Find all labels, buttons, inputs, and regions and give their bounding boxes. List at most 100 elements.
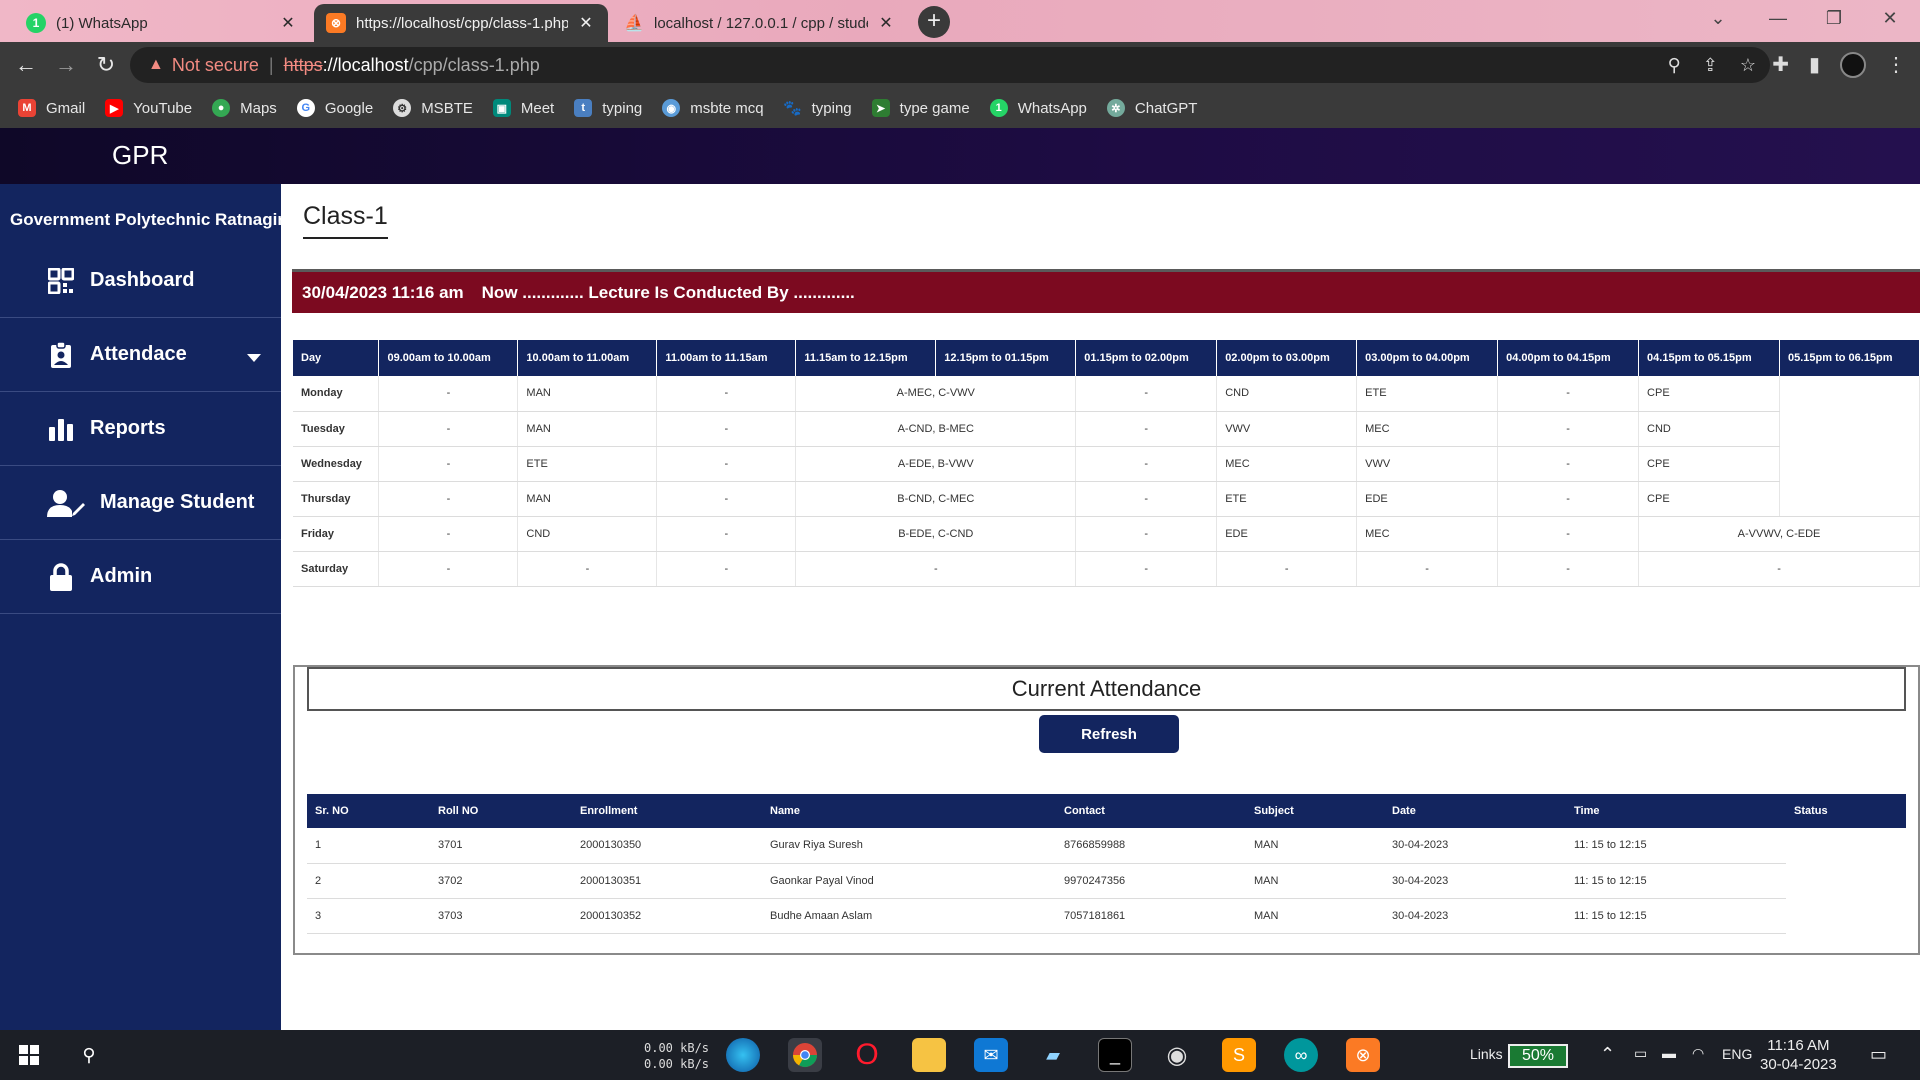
- column-header: 11.00am to 11.15am: [656, 340, 797, 376]
- close-icon[interactable]: ✕: [576, 13, 596, 33]
- slot-cell: -: [1497, 551, 1640, 587]
- not-secure-label[interactable]: Not secure: [172, 55, 259, 76]
- system-clock[interactable]: 11:16 AM 30-04-2023: [1760, 1036, 1837, 1074]
- bookmark-typing[interactable]: t typing: [574, 99, 642, 117]
- windows-start-icon[interactable]: [12, 1038, 46, 1072]
- brand-logo[interactable]: GPR: [112, 140, 168, 171]
- slot-cell: VWV: [1216, 411, 1358, 447]
- wifi-icon[interactable]: ◠: [1692, 1045, 1704, 1062]
- sidebar-item-label: Reports: [90, 417, 166, 439]
- tray-device-icon[interactable]: ▭: [1634, 1045, 1647, 1062]
- timetable: Day 09.00am to 10.00am 10.00am to 11.00a…: [293, 340, 1920, 587]
- bookmark-meet[interactable]: ▣ Meet: [492, 99, 554, 117]
- reload-icon[interactable]: ↻: [92, 52, 120, 80]
- sidebar-item-reports[interactable]: Reports: [0, 392, 281, 466]
- main-content: Class-1 30/04/2023 11:16 am Now ........…: [281, 184, 1920, 1030]
- bookmark-star-icon[interactable]: ☆: [1740, 55, 1756, 76]
- sidebar-item-admin[interactable]: Admin: [0, 540, 281, 614]
- slot-cell: MEC: [1356, 516, 1499, 552]
- date-cell: 30-04-2023: [1384, 898, 1566, 934]
- slot-cell: ETE: [1216, 481, 1358, 517]
- contact-cell: 7057181861: [1056, 898, 1246, 934]
- mail-icon[interactable]: ✉: [974, 1038, 1008, 1072]
- slot-cell: -: [1497, 376, 1640, 412]
- edge-icon[interactable]: [726, 1038, 760, 1072]
- table-row: 2 3702 2000130351 Gaonkar Payal Vinod 99…: [307, 863, 1906, 899]
- slot-cell: B-CND, C-MEC: [795, 481, 1077, 517]
- sublime-icon[interactable]: S: [1222, 1038, 1256, 1072]
- close-icon[interactable]: ✕: [876, 13, 896, 33]
- tab-phpmyadmin[interactable]: ⛵ localhost / 127.0.0.1 / cpp / stude ✕: [612, 4, 908, 42]
- minimize-icon[interactable]: —: [1758, 8, 1798, 29]
- bookmark-type-game[interactable]: ➤ type game: [871, 99, 970, 117]
- slot-cell: CND: [517, 516, 658, 552]
- chrome-icon[interactable]: [788, 1038, 822, 1072]
- language-indicator[interactable]: ENG: [1722, 1046, 1752, 1062]
- google-icon: G: [296, 99, 315, 117]
- chevron-up-icon[interactable]: ⌃: [1600, 1044, 1615, 1065]
- bar-chart-icon: [46, 414, 76, 444]
- bookmark-msbte[interactable]: ⚙ MSBTE: [393, 99, 473, 117]
- bookmark-google[interactable]: G Google: [296, 99, 373, 117]
- url-scheme: https: [283, 54, 323, 75]
- forward-icon[interactable]: →: [52, 52, 80, 80]
- slot-cell: -: [1356, 551, 1499, 587]
- day-cell: Monday: [293, 376, 380, 412]
- zoom-icon[interactable]: ⚲: [1668, 55, 1681, 76]
- file-explorer-icon[interactable]: [912, 1038, 946, 1072]
- refresh-button[interactable]: Refresh: [1039, 715, 1179, 753]
- search-icon[interactable]: ⚲: [72, 1038, 106, 1072]
- battery-indicator[interactable]: 50%: [1508, 1044, 1568, 1068]
- links-label[interactable]: Links: [1470, 1046, 1503, 1062]
- app-icon[interactable]: ▰: [1036, 1038, 1070, 1072]
- slot-cell: -: [1497, 516, 1640, 552]
- slot-cell: CPE: [1638, 376, 1780, 412]
- bookmark-youtube[interactable]: ▶ YouTube: [105, 99, 192, 117]
- date-cell: 30-04-2023: [1384, 828, 1566, 864]
- slot-cell: A-EDE, B-VWV: [795, 446, 1077, 482]
- chevron-down-icon[interactable]: [247, 354, 261, 362]
- battery-icon[interactable]: ▬: [1662, 1045, 1676, 1061]
- opera-icon[interactable]: O: [850, 1038, 884, 1072]
- slot-cell: -: [656, 481, 797, 517]
- bookmark-maps[interactable]: ● Maps: [212, 99, 277, 117]
- menu-icon[interactable]: ⋮: [1886, 52, 1906, 78]
- new-tab-button[interactable]: +: [918, 6, 950, 38]
- bookmark-msbte-mcq[interactable]: ◉ msbte mcq: [662, 99, 764, 117]
- extensions-icon[interactable]: ✚: [1772, 52, 1789, 78]
- restore-icon[interactable]: ❐: [1814, 8, 1854, 29]
- bookmark-gmail[interactable]: M Gmail: [18, 99, 85, 117]
- slot-cell: -: [1075, 446, 1218, 482]
- clock-date: 30-04-2023: [1760, 1056, 1837, 1073]
- tab-whatsapp[interactable]: 1 (1) WhatsApp ✕: [14, 4, 310, 42]
- meet-icon: ▣: [492, 99, 511, 117]
- bookmark-typing-2[interactable]: 🐾 typing: [783, 99, 851, 118]
- tab-class-1[interactable]: ⊗ https://localhost/cpp/class-1.php ✕: [314, 4, 608, 42]
- column-header: Sr. NO: [307, 794, 430, 828]
- sidebar-item-manage-student[interactable]: Manage Student: [0, 466, 281, 540]
- url-host: ://localhost: [322, 54, 409, 75]
- window-close-icon[interactable]: ✕: [1870, 8, 1910, 29]
- bookmark-chatgpt[interactable]: ✲ ChatGPT: [1106, 99, 1197, 117]
- close-icon[interactable]: ✕: [278, 13, 298, 33]
- share-icon[interactable]: ⇪: [1703, 55, 1718, 76]
- media-player-icon[interactable]: ◉: [1160, 1038, 1194, 1072]
- sidebar-item-dashboard[interactable]: Dashboard: [0, 244, 281, 318]
- xampp-icon[interactable]: ⊗: [1346, 1038, 1380, 1072]
- notification-icon[interactable]: ▭: [1870, 1044, 1887, 1065]
- bookmark-whatsapp[interactable]: 1 WhatsApp: [989, 99, 1087, 117]
- empty-cell: [1779, 446, 1920, 481]
- sidebar-item-attendace[interactable]: Attendace: [0, 318, 281, 392]
- slot-cell: CND: [1216, 376, 1358, 412]
- enrollment-cell: 2000130351: [572, 863, 762, 899]
- back-icon[interactable]: ←: [12, 52, 40, 80]
- terminal-icon[interactable]: _: [1098, 1038, 1132, 1072]
- profile-avatar[interactable]: [1840, 52, 1866, 78]
- address-bar[interactable]: ▲ Not secure | https://localhost/cpp/cla…: [130, 47, 1770, 83]
- tab-search-icon[interactable]: ⌄: [1698, 8, 1738, 29]
- empty-cell: [1779, 411, 1920, 446]
- separator: |: [268, 54, 274, 75]
- side-panel-icon[interactable]: ▮: [1809, 52, 1820, 78]
- arduino-icon[interactable]: ∞: [1284, 1038, 1318, 1072]
- time-cell: 11: 15 to 12:15: [1566, 863, 1786, 899]
